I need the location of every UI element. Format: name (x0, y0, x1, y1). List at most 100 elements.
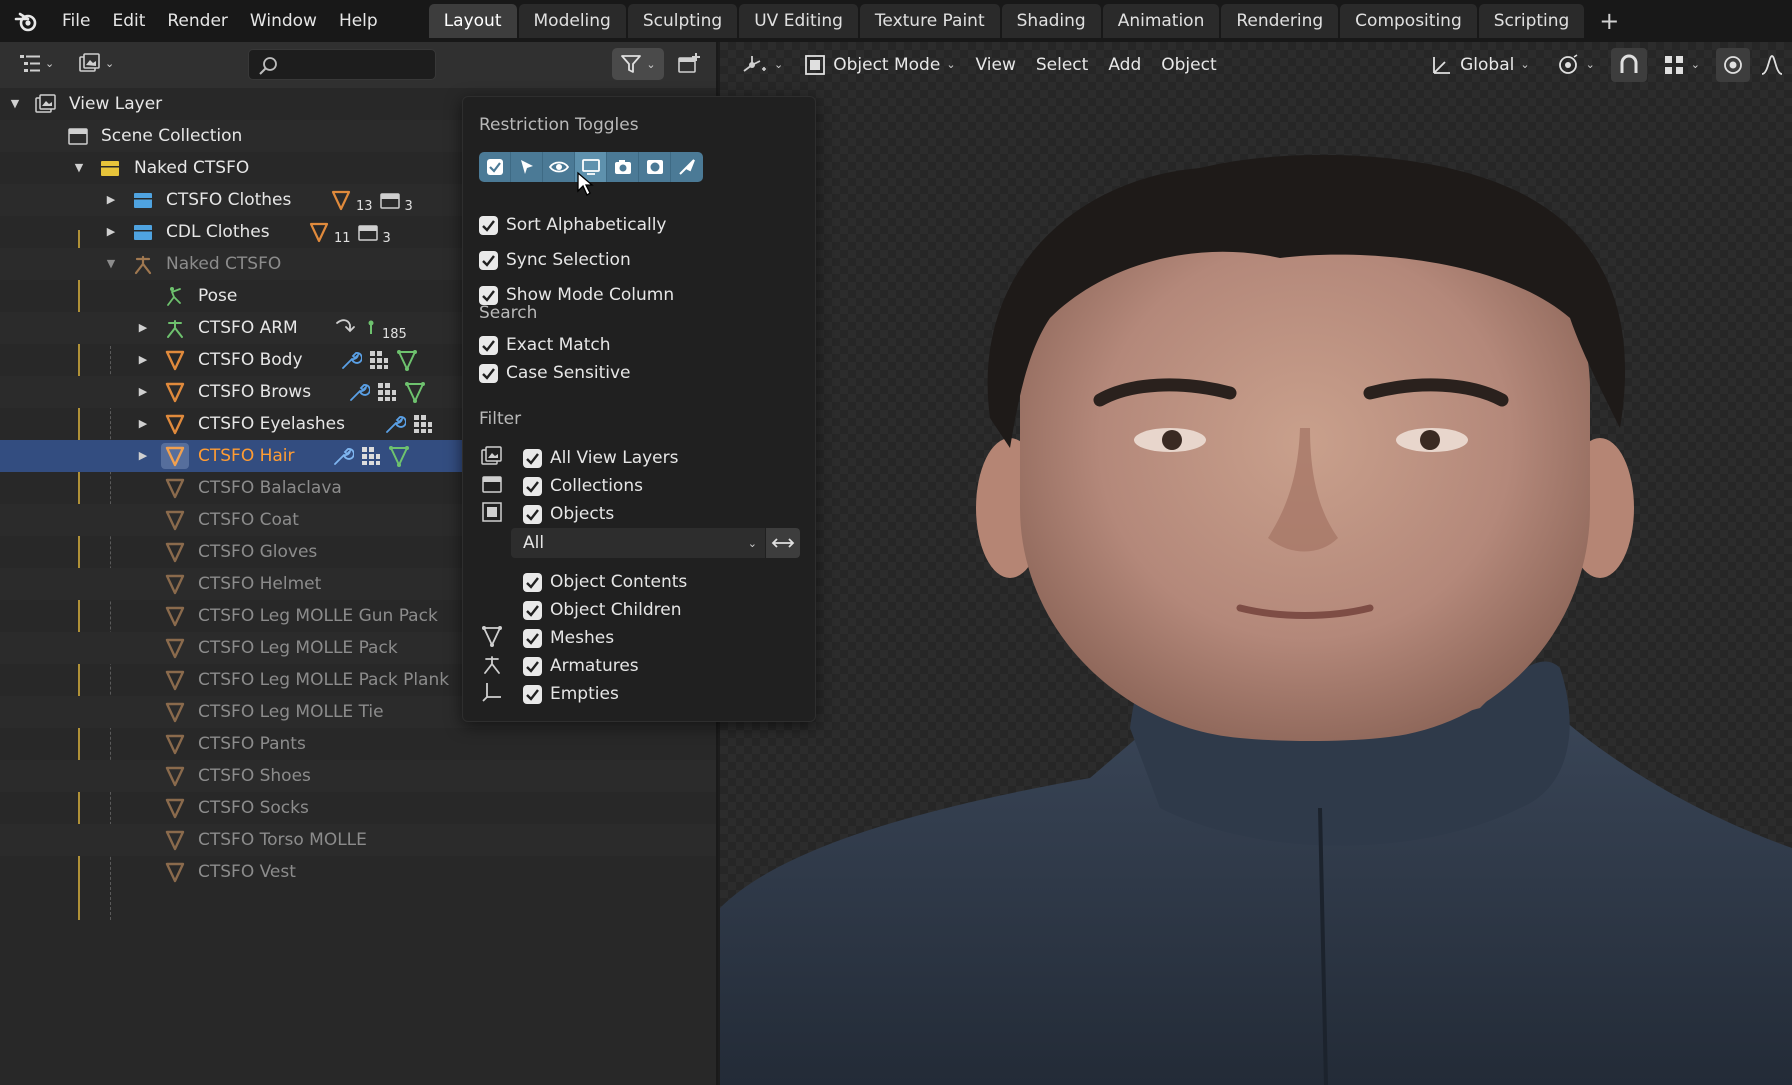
editor-type-button[interactable]: ⌄ (18, 52, 54, 74)
checkbox-checked-icon[interactable] (479, 335, 498, 355)
snap-toggle[interactable] (1610, 48, 1647, 82)
case-sensitive-option[interactable]: Case Sensitive (479, 359, 631, 387)
tab-modeling[interactable]: Modeling (518, 4, 626, 38)
object-state-dropdown[interactable]: All ⌄ (511, 528, 765, 558)
toggle-selectable[interactable] (511, 152, 543, 182)
expand-arrow-icon[interactable]: ▶ (136, 312, 150, 344)
tab-uv-editing[interactable]: UV Editing (739, 4, 858, 38)
menu-help[interactable]: Help (328, 0, 389, 42)
editor-type-button[interactable]: ⌄ (720, 42, 793, 88)
scene-collection-icon (66, 125, 90, 147)
toggle-hide-viewport[interactable] (543, 152, 575, 182)
checkbox-checked-icon[interactable] (523, 476, 542, 496)
tree-row-label: CTSFO Leg MOLLE Tie (198, 702, 384, 722)
pivot-point-dropdown[interactable]: ⌄ (1546, 42, 1605, 88)
invert-filter-button[interactable] (766, 528, 800, 558)
proportional-edit-toggle[interactable] (1716, 48, 1750, 82)
armatures-option[interactable]: Armatures (523, 652, 639, 680)
tree-row-ctsfo-shoes[interactable]: CTSFO Shoes (0, 760, 716, 792)
menu-object[interactable]: Object (1151, 42, 1226, 88)
expand-arrow-icon[interactable]: ▶ (136, 440, 150, 472)
pivot-icon (1558, 54, 1578, 74)
expand-arrow-icon[interactable]: ▼ (104, 248, 118, 280)
toggle-holdout[interactable] (639, 152, 671, 182)
add-workspace-icon[interactable]: + (1594, 7, 1624, 35)
option-label: Objects (550, 504, 615, 524)
outliner-search-input[interactable] (248, 49, 436, 80)
mesh-icon (163, 573, 187, 595)
checkbox-checked-icon[interactable] (479, 363, 498, 383)
collection-icon (131, 221, 155, 243)
expand-arrow-icon[interactable]: ▶ (136, 376, 150, 408)
object-mode-dropdown[interactable]: Object Mode ⌄ (793, 42, 965, 88)
checkbox-checked-icon[interactable] (523, 600, 542, 620)
objects-option[interactable]: Objects (523, 500, 614, 528)
menu-add[interactable]: Add (1098, 42, 1151, 88)
tab-texture-paint[interactable]: Texture Paint (859, 4, 1000, 38)
checkbox-checked-icon[interactable] (479, 215, 498, 235)
tab-compositing[interactable]: Compositing (1340, 4, 1477, 38)
expand-arrow-icon[interactable]: ▼ (72, 152, 86, 184)
collection-count: 3 (382, 230, 391, 246)
expand-arrow-icon[interactable]: ▼ (8, 88, 22, 120)
tab-sculpting[interactable]: Sculpting (627, 4, 738, 38)
chevron-down-icon: ⌄ (1585, 58, 1595, 71)
exact-match-option[interactable]: Exact Match (479, 331, 611, 359)
3d-viewport[interactable]: ⌄ Object Mode ⌄ View Select Add Object G… (720, 42, 1792, 1085)
checkbox-checked-icon[interactable] (523, 504, 542, 524)
sync-selection-option[interactable]: Sync Selection (479, 246, 631, 274)
toggle-indirect-only[interactable] (671, 152, 703, 182)
meshes-option[interactable]: Meshes (523, 624, 614, 652)
tab-rendering[interactable]: Rendering (1221, 4, 1339, 38)
expand-arrow-icon[interactable]: ▶ (104, 184, 118, 216)
tab-animation[interactable]: Animation (1102, 4, 1220, 38)
toggle-enable-checkbox[interactable] (479, 152, 511, 182)
checkbox-checked-icon[interactable] (523, 684, 542, 704)
display-mode-button[interactable]: ⌄ (78, 52, 114, 74)
expand-arrow-icon[interactable]: ▶ (136, 408, 150, 440)
menu-edit[interactable]: Edit (101, 0, 156, 42)
chevron-down-icon: ⌄ (946, 58, 956, 71)
empties-option[interactable]: Empties (523, 680, 619, 708)
menu-file[interactable]: File (51, 0, 101, 42)
expand-arrow-icon[interactable]: ▶ (136, 344, 150, 376)
menu-select[interactable]: Select (1026, 42, 1098, 88)
blender-logo-icon[interactable] (13, 8, 39, 34)
object-contents-option[interactable]: Object Contents (523, 568, 687, 596)
transform-orientation-dropdown[interactable]: Global ⌄ (1420, 42, 1539, 88)
mesh-icon (163, 381, 187, 403)
checkbox-checked-icon[interactable] (479, 285, 498, 305)
holdout-icon (646, 160, 663, 174)
menu-render[interactable]: Render (156, 0, 239, 42)
tree-row-ctsfo-vest[interactable]: CTSFO Vest (0, 856, 716, 888)
top-menu-bar: File Edit Render Window Help Layout Mode… (0, 0, 1792, 42)
expand-arrow-icon[interactable]: ▶ (104, 216, 118, 248)
tab-layout[interactable]: Layout (428, 4, 517, 38)
checkbox-checked-icon[interactable] (523, 572, 542, 592)
tree-row-ctsfo-socks[interactable]: CTSFO Socks (0, 792, 716, 824)
mesh-icon (163, 797, 187, 819)
checkbox-checked-icon[interactable] (523, 628, 542, 648)
tree-row-label: CTSFO Balaclava (198, 478, 342, 498)
checkbox-checked-icon[interactable] (523, 448, 542, 468)
tree-row-ctsfo-torso-molle[interactable]: CTSFO Torso MOLLE (0, 824, 716, 856)
mesh-icon (331, 190, 351, 211)
menu-window[interactable]: Window (239, 0, 328, 42)
snap-target-dropdown[interactable]: ⌄ (1653, 42, 1710, 88)
tab-shading[interactable]: Shading (1001, 4, 1101, 38)
checkbox-checked-icon[interactable] (523, 656, 542, 676)
sort-alphabetically-option[interactable]: Sort Alphabetically (479, 211, 667, 239)
toggle-disable-render[interactable] (607, 152, 639, 182)
filter-button[interactable]: ⌄ (612, 48, 664, 80)
new-collection-button[interactable] (672, 48, 706, 80)
all-view-layers-option[interactable]: All View Layers (523, 444, 678, 472)
checkbox-checked-icon[interactable] (479, 250, 498, 270)
falloff-dropdown[interactable] (1756, 42, 1786, 88)
tab-scripting[interactable]: Scripting (1478, 4, 1585, 38)
tree-row-ctsfo-pants[interactable]: CTSFO Pants (0, 728, 716, 760)
collections-option[interactable]: Collections (523, 472, 643, 500)
option-label: Object Children (550, 600, 682, 620)
object-children-option[interactable]: Object Children (523, 596, 682, 624)
menu-view[interactable]: View (966, 42, 1026, 88)
tree-row-label: CTSFO Leg MOLLE Gun Pack (198, 606, 438, 626)
